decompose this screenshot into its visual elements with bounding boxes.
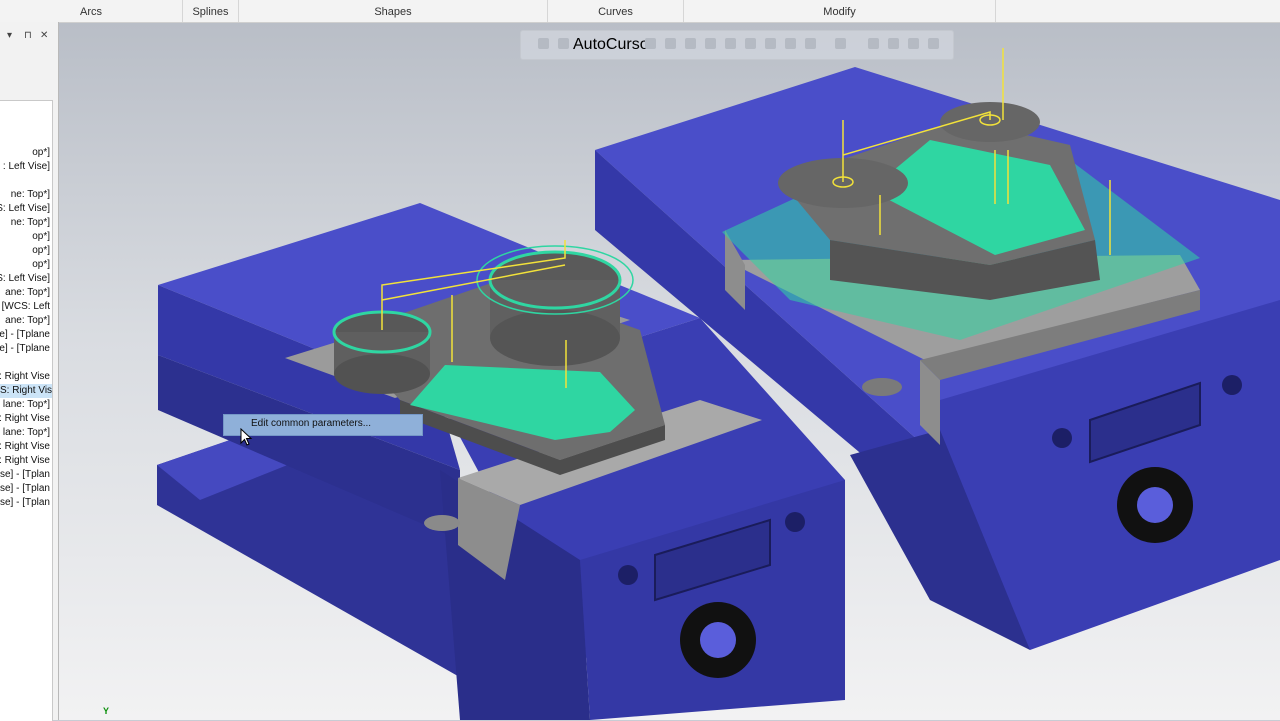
- tree-row[interactable]: ane: Top*]: [5, 314, 50, 328]
- tree-row[interactable]: S: Left Vise]: [0, 202, 50, 216]
- panel-close-icon[interactable]: ✕: [40, 30, 48, 41]
- ribbon-group-shapes[interactable]: Shapes: [239, 0, 548, 22]
- toolbar-icon[interactable]: [725, 38, 736, 49]
- tree-row-selected[interactable]: S: Right Vise: [0, 384, 52, 398]
- toolbar-icon[interactable]: [645, 38, 656, 49]
- tree-row[interactable]: S: Left Vise]: [0, 272, 50, 286]
- ribbon-group-modify[interactable]: Modify: [684, 0, 996, 22]
- ribbon-group-bar: Arcs Splines Shapes Curves Modify: [0, 0, 1280, 23]
- panel-pin-icon[interactable]: ⊓: [24, 30, 32, 41]
- ribbon-group-arcs[interactable]: Arcs: [0, 0, 183, 22]
- toolbar-icon[interactable]: [745, 38, 756, 49]
- tree-row[interactable]: - [WCS: Left: [0, 300, 50, 314]
- tree-row[interactable]: S: Right Vise: [0, 370, 50, 384]
- toolbar-icon[interactable]: [538, 38, 549, 49]
- panel-dropdown-icon[interactable]: ▾: [7, 30, 12, 41]
- tree-row[interactable]: op*]: [32, 244, 50, 258]
- toolbar-icon[interactable]: [785, 38, 796, 49]
- graphics-viewport[interactable]: [59, 23, 1280, 720]
- tree-row[interactable]: S: Right Vise: [0, 440, 50, 454]
- axis-y-label: Y: [103, 706, 110, 716]
- operations-tree[interactable]: op*] : Left Vise] ne: Top*] S: Left Vise…: [0, 100, 53, 721]
- tree-row[interactable]: ane: Top*]: [5, 286, 50, 300]
- autocursor-icon[interactable]: [558, 38, 569, 49]
- ribbon-group-splines[interactable]: Splines: [183, 0, 239, 22]
- tree-row[interactable]: ise] - [Tplan: [0, 482, 50, 496]
- tree-row[interactable]: e] - [Tplane: [0, 342, 50, 356]
- tree-row[interactable]: : Left Vise]: [3, 160, 50, 174]
- mouse-cursor-icon: [240, 428, 253, 446]
- tree-row[interactable]: ne: Top*]: [11, 188, 50, 202]
- toolbar-icon[interactable]: [765, 38, 776, 49]
- tree-row[interactable]: ne: Top*]: [11, 216, 50, 230]
- toolbar-icon[interactable]: [928, 38, 939, 49]
- toolbar-icon[interactable]: [888, 38, 899, 49]
- tree-row[interactable]: S: Right Vise: [0, 412, 50, 426]
- tree-row[interactable]: op*]: [32, 146, 50, 160]
- toolbar-icon[interactable]: [805, 38, 816, 49]
- autocursor-label[interactable]: AutoCursor: [573, 36, 654, 54]
- tree-row[interactable]: op*]: [32, 258, 50, 272]
- toolbar-icon[interactable]: [665, 38, 676, 49]
- ribbon-group-curves[interactable]: Curves: [548, 0, 684, 22]
- vise-scene[interactable]: [59, 23, 1280, 720]
- tree-row[interactable]: ise] - [Tplan: [0, 496, 50, 510]
- tree-row[interactable]: ise] - [Tplan: [0, 468, 50, 482]
- tree-row[interactable]: lane: Top*]: [3, 398, 50, 412]
- context-menu-item-edit-common-parameters[interactable]: Edit common parameters...: [251, 418, 371, 429]
- tree-row[interactable]: op*]: [32, 230, 50, 244]
- toolbar-icon[interactable]: [705, 38, 716, 49]
- toolbar-icon[interactable]: [835, 38, 846, 49]
- tree-row[interactable]: e] - [Tplane: [0, 328, 50, 342]
- tree-row[interactable]: lane: Top*]: [3, 426, 50, 440]
- toolbar-icon[interactable]: [908, 38, 919, 49]
- tree-row[interactable]: S: Right Vise: [0, 454, 50, 468]
- toolpaths-manager-panel: ▾ ⊓ ✕ op*] : Left Vise] ne: Top*] S: Lef…: [0, 22, 59, 721]
- toolbar-icon[interactable]: [685, 38, 696, 49]
- toolbar-icon[interactable]: [868, 38, 879, 49]
